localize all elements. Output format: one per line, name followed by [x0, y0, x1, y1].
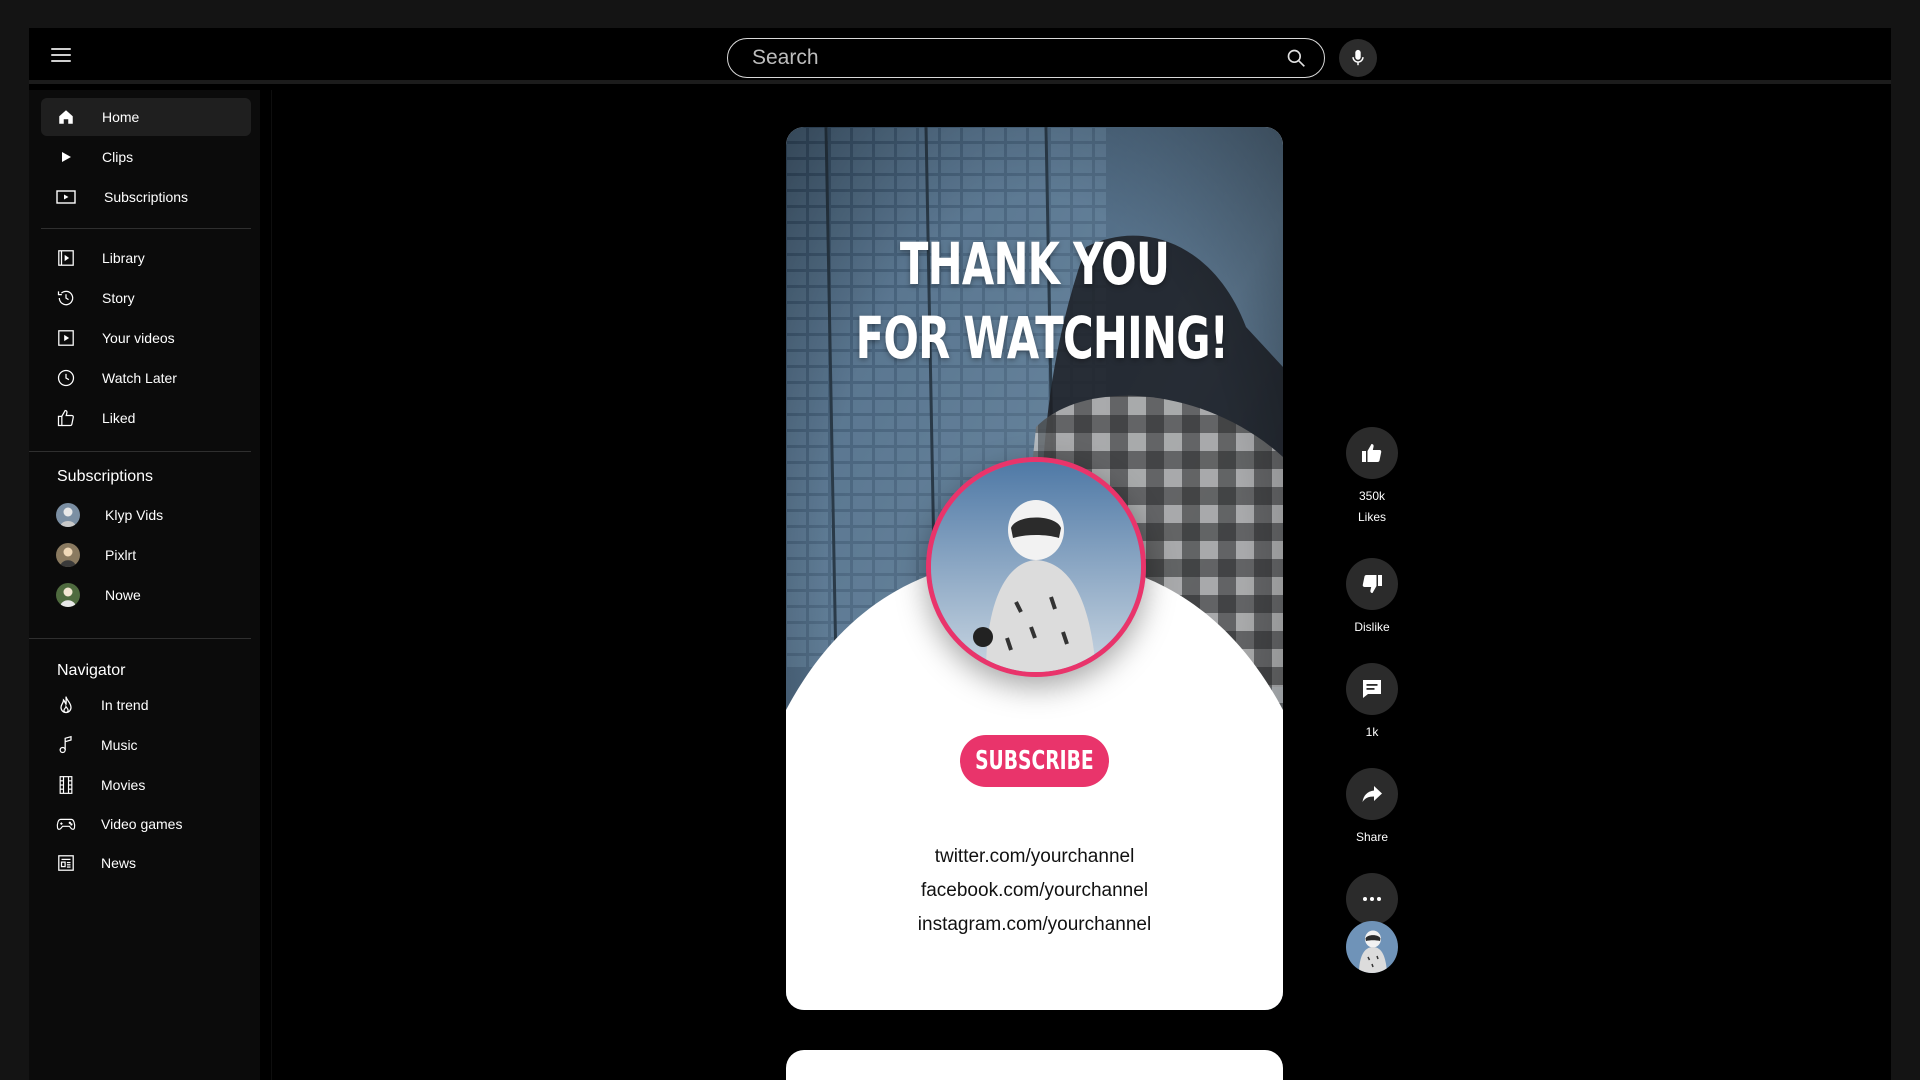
avatar	[56, 503, 80, 527]
clock-icon	[56, 368, 76, 388]
likes-label: Likes	[1357, 510, 1386, 524]
subscribe-label: SUBSCRIBE	[975, 746, 1094, 776]
sidebar-item-in-trend[interactable]: In trend	[41, 686, 251, 724]
subscription-item[interactable]: Nowe	[41, 576, 251, 614]
sidebar-item-label: Home	[102, 109, 140, 125]
sidebar-item-label: Subscriptions	[104, 189, 189, 205]
search-icon[interactable]	[1286, 48, 1306, 68]
sidebar: Home Clips Subscriptions Library Story Y…	[29, 90, 260, 1080]
sidebar-item-label: Liked	[102, 410, 136, 426]
sidebar-item-label: News	[101, 855, 137, 871]
music-note-icon	[56, 735, 76, 755]
sidebar-item-video-games[interactable]: Video games	[41, 805, 251, 843]
likes-count: 350k	[1358, 489, 1386, 503]
subscriptions-section-title: Subscriptions	[57, 468, 154, 485]
sidebar-divider	[29, 451, 251, 452]
sidebar-item-label: Story	[102, 290, 135, 306]
social-link-instagram: instagram.com/yourchannel	[917, 914, 1152, 935]
sidebar-item-label: Your videos	[102, 330, 175, 346]
microphone-button[interactable]	[1339, 39, 1377, 77]
subscribe-button[interactable]: SUBSCRIBE	[960, 735, 1109, 787]
likes-caption: 350k Likes	[1346, 486, 1398, 528]
subscription-item[interactable]: Pixlrt	[41, 536, 251, 574]
gamepad-icon	[56, 814, 76, 834]
microphone-icon	[1352, 49, 1364, 66]
social-links: twitter.com/yourchannel facebook.com/you…	[786, 840, 1283, 942]
comment-icon	[1363, 680, 1381, 698]
more-action	[1346, 873, 1398, 925]
sidebar-item-label: Music	[101, 737, 138, 753]
comments-count: 1k	[1365, 725, 1379, 739]
video-title-overlay: THANK YOU FOR WATCHING!	[855, 227, 1229, 375]
your-videos-icon	[56, 328, 76, 348]
sidebar-item-movies[interactable]: Movies	[41, 766, 251, 804]
sidebar-item-label: Library	[102, 250, 145, 266]
more-options-button[interactable]	[1346, 873, 1398, 925]
hamburger-menu-icon[interactable]	[51, 48, 71, 64]
sidebar-item-label: Video games	[101, 816, 183, 832]
avatar	[56, 583, 80, 607]
share-action: Share	[1346, 768, 1398, 848]
share-caption: Share	[1355, 830, 1389, 844]
play-icon	[56, 147, 76, 167]
sidebar-item-label: Clips	[102, 149, 134, 165]
search-box	[727, 38, 1325, 78]
top-bar	[29, 28, 1891, 84]
navigator-section-title: Navigator	[57, 662, 126, 679]
like-button[interactable]	[1346, 427, 1398, 479]
channel-profile-image	[926, 457, 1146, 677]
share-icon	[1362, 786, 1382, 802]
share-button[interactable]	[1346, 768, 1398, 820]
subscription-item[interactable]: Klyp Vids	[41, 496, 251, 534]
next-short-preview[interactable]	[786, 1050, 1283, 1080]
title-line: FOR WATCHING!	[855, 304, 1229, 372]
library-icon	[56, 248, 76, 268]
flame-icon	[56, 695, 76, 715]
sidebar-item-news[interactable]: News	[41, 844, 251, 882]
dislike-action: Dislike	[1346, 558, 1398, 638]
film-icon	[56, 775, 76, 795]
sidebar-item-label: Movies	[101, 777, 146, 793]
sidebar-item-subscriptions[interactable]: Subscriptions	[41, 178, 251, 216]
title-line: THANK YOU	[899, 230, 1170, 298]
subscription-label: Nowe	[105, 587, 141, 603]
history-icon	[56, 288, 76, 308]
comments-action: 1k	[1346, 663, 1398, 743]
sidebar-divider	[29, 638, 251, 639]
home-icon	[56, 107, 76, 127]
sidebar-item-watch-later[interactable]: Watch Later	[41, 359, 251, 397]
app-window: Home Clips Subscriptions Library Stor	[29, 28, 1891, 1080]
sidebar-item-music[interactable]: Music	[41, 726, 251, 764]
social-link-facebook: facebook.com/yourchannel	[920, 880, 1149, 901]
subscriptions-icon	[56, 187, 76, 207]
sidebar-item-label: In trend	[101, 697, 149, 713]
sidebar-divider	[41, 228, 251, 229]
short-video-player[interactable]: THANK YOU FOR WATCHING! SUBSCRIBE twitte…	[786, 127, 1283, 1010]
newspaper-icon	[56, 853, 76, 873]
social-link-twitter: twitter.com/yourchannel	[934, 846, 1135, 867]
more-horizontal-icon	[1363, 897, 1381, 901]
thumbs-up-icon	[1362, 444, 1382, 462]
subscription-label: Pixlrt	[105, 547, 137, 563]
sidebar-item-liked[interactable]: Liked	[41, 399, 251, 437]
sidebar-item-story[interactable]: Story	[41, 279, 251, 317]
sidebar-item-your-videos[interactable]: Your videos	[41, 319, 251, 357]
comments-button[interactable]	[1346, 663, 1398, 715]
thumbs-up-icon	[56, 408, 76, 428]
sidebar-item-library[interactable]: Library	[41, 239, 251, 277]
thumbs-down-icon	[1362, 575, 1382, 593]
dislike-button[interactable]	[1346, 558, 1398, 610]
sidebar-item-home[interactable]: Home	[41, 98, 251, 136]
search-input[interactable]	[752, 39, 1272, 76]
sidebar-item-label: Watch Later	[102, 370, 177, 386]
sidebar-item-clips[interactable]: Clips	[41, 138, 251, 176]
like-action: 350k Likes	[1346, 427, 1398, 528]
dislike-caption: Dislike	[1354, 620, 1390, 634]
channel-avatar[interactable]	[1346, 921, 1398, 973]
avatar	[56, 543, 80, 567]
subscription-label: Klyp Vids	[105, 507, 164, 523]
